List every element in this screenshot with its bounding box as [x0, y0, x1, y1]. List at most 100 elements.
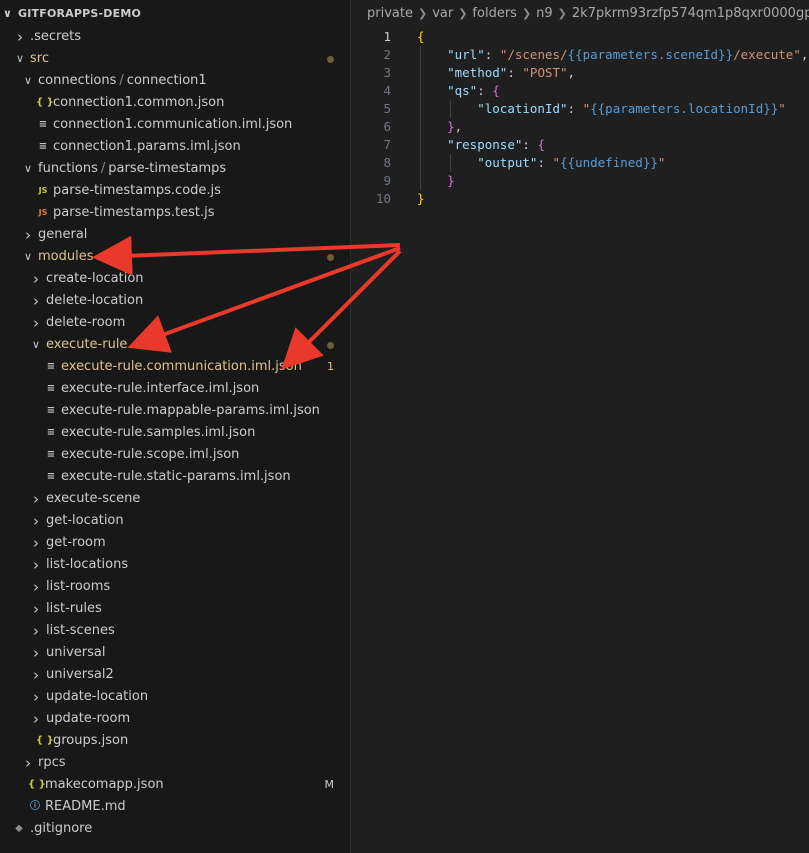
code-line: 4 "qs": { — [351, 82, 809, 100]
tree-folder-update-location[interactable]: › update-location — [0, 686, 350, 708]
code-token: " — [552, 155, 561, 170]
line-number: 4 — [383, 83, 391, 98]
chevron-right-icon: › — [33, 512, 39, 530]
indent-guide — [450, 100, 451, 118]
code-token: " — [582, 101, 591, 116]
javascript-test-file-icon: JS — [38, 208, 48, 217]
tree-file-gitignore[interactable]: ◆ .gitignore — [0, 818, 350, 840]
code-line: 6 }, — [351, 118, 809, 136]
tree-folder-get-location[interactable]: › get-location — [0, 510, 350, 532]
tree-item-label: src — [30, 51, 49, 66]
code-token: } — [447, 119, 455, 134]
problems-count-badge: 1 — [327, 360, 334, 373]
tree-folder-secrets[interactable]: › .secrets — [0, 26, 350, 48]
code-token: : — [567, 101, 583, 116]
chevron-right-icon: › — [25, 754, 31, 772]
tree-file-connection1-common-json[interactable]: { } connection1.common.json — [0, 92, 350, 114]
chevron-right-icon: › — [33, 710, 39, 728]
chevron-right-icon: › — [33, 490, 39, 508]
breadcrumb-item[interactable]: 2k7pkrm93rzfp574qm1p8qxr0000gp — [572, 6, 809, 21]
explorer-header[interactable]: ∨ GITFORAPPS-DEMO — [0, 0, 350, 26]
breadcrumb-item[interactable]: n9 — [536, 6, 553, 21]
code-token: " — [657, 155, 666, 170]
line-number: 7 — [383, 137, 391, 152]
code-token: "POST" — [522, 65, 568, 80]
tree-file-connection1-params-iml-json[interactable]: ≡ connection1.params.iml.json — [0, 136, 350, 158]
code-line: 9 } — [351, 172, 809, 190]
tree-folder-rpcs[interactable]: › rpcs — [0, 752, 350, 774]
code-token: "output" — [477, 155, 538, 170]
tree-file-parse-timestamps-test-js[interactable]: JS parse-timestamps.test.js — [0, 202, 350, 224]
line-number: 10 — [375, 191, 391, 206]
tree-item-label: .secrets — [30, 29, 81, 44]
tree-file-execute-rule-interface-iml-json[interactable]: ≡ execute-rule.interface.iml.json — [0, 378, 350, 400]
tree-folder-list-scenes[interactable]: › list-scenes — [0, 620, 350, 642]
tree-file-execute-rule-samples-iml-json[interactable]: ≡ execute-rule.samples.iml.json — [0, 422, 350, 444]
tree-item-label: update-location — [46, 689, 149, 704]
tree-file-readme-md[interactable]: ⓘ README.md — [0, 796, 350, 818]
chevron-down-icon: ∨ — [23, 250, 33, 263]
tree-file-execute-rule-scope-iml-json[interactable]: ≡ execute-rule.scope.iml.json — [0, 444, 350, 466]
breadcrumb-item[interactable]: var — [432, 6, 453, 21]
tree-file-groups-json[interactable]: { } groups.json — [0, 730, 350, 752]
line-number: 2 — [383, 47, 391, 62]
tree-folder-execute-scene[interactable]: › execute-scene — [0, 488, 350, 510]
line-text: "output": "{{undefined}}" — [417, 154, 665, 172]
tree-file-parse-timestamps-code-js[interactable]: JS parse-timestamps.code.js — [0, 180, 350, 202]
tree-folder-list-rules[interactable]: › list-rules — [0, 598, 350, 620]
chevron-down-icon: ∨ — [31, 338, 41, 351]
tree-item-label: execute-rule.mappable-params.iml.json — [61, 403, 320, 418]
tree-item-label: list-rooms — [46, 579, 111, 594]
tree-file-execute-rule-static-params-iml-json[interactable]: ≡ execute-rule.static-params.iml.json — [0, 466, 350, 488]
tree-file-execute-rule-communication-iml-json[interactable]: ≡ execute-rule.communication.iml.json 1 — [0, 356, 350, 378]
breadcrumb: private ❯ var ❯ folders ❯ n9 ❯ 2k7pkrm93rzfp574q… — [351, 0, 809, 28]
tree-item-label: makecomapp.json — [45, 777, 164, 792]
code-line: 3 "method": "POST", — [351, 64, 809, 82]
line-text: "url": "/scenes/{{parameters.sceneId}}/e… — [417, 46, 808, 64]
tree-folder-update-room[interactable]: › update-room — [0, 708, 350, 730]
tree-folder-general[interactable]: › general — [0, 224, 350, 246]
lines-file-icon: ≡ — [46, 383, 56, 394]
tree-folder-get-room[interactable]: › get-room — [0, 532, 350, 554]
tree-item-label: universal2 — [46, 667, 114, 682]
tree-folder-connections[interactable]: ∨ connections / connection1 — [0, 70, 350, 92]
tree-folder-delete-location[interactable]: › delete-location — [0, 290, 350, 312]
code-token: {{parameters.sceneId}} — [567, 47, 734, 62]
tree-folder-universal[interactable]: › universal — [0, 642, 350, 664]
tree-folder-universal2[interactable]: › universal2 — [0, 664, 350, 686]
chevron-right-icon: › — [33, 556, 39, 574]
code-token: " — [778, 101, 786, 116]
tree-folder-src[interactable]: ∨ src — [0, 48, 350, 70]
tree-folder-list-locations[interactable]: › list-locations — [0, 554, 350, 576]
breadcrumb-item[interactable]: folders — [472, 6, 517, 21]
tree-item-label: connection1.params.iml.json — [53, 139, 241, 154]
breadcrumb-item[interactable]: private — [367, 6, 413, 21]
tree-item-label: functions / parse-timestamps — [38, 158, 226, 180]
tree-file-execute-rule-mappable-params-iml-json[interactable]: ≡ execute-rule.mappable-params.iml.json — [0, 400, 350, 422]
tree-item-label: connection1.communication.iml.json — [53, 117, 293, 132]
tree-folder-modules[interactable]: ∨ modules — [0, 246, 350, 268]
tree-folder-execute-rule[interactable]: ∨ execute-rule — [0, 334, 350, 356]
tree-item-label: delete-room — [46, 315, 126, 330]
tree-item-label: parse-timestamps.code.js — [53, 183, 221, 198]
tree-file-makecomapp-json[interactable]: { } makecomapp.json M — [0, 774, 350, 796]
tree-folder-functions[interactable]: ∨ functions / parse-timestamps — [0, 158, 350, 180]
code-token: , — [800, 47, 809, 62]
code-token: { — [417, 29, 425, 44]
line-number: 1 — [383, 29, 391, 44]
tree-item-label: execute-rule.interface.iml.json — [61, 381, 260, 396]
tree-item-label: get-room — [46, 535, 106, 550]
code-editor[interactable]: 1 {2 "url": "/scenes/{{parameters.sceneId… — [351, 28, 809, 208]
lines-file-icon: ≡ — [38, 141, 48, 152]
chevron-down-icon: ∨ — [15, 52, 25, 65]
chevron-right-icon: ❯ — [417, 7, 428, 20]
tree-item-label: parse-timestamps.test.js — [53, 205, 215, 220]
tree-file-connection1-communication-iml-json[interactable]: ≡ connection1.communication.iml.json — [0, 114, 350, 136]
tree-folder-create-location[interactable]: › create-location — [0, 268, 350, 290]
line-text: "method": "POST", — [417, 64, 575, 82]
tree-folder-delete-room[interactable]: › delete-room — [0, 312, 350, 334]
code-line: 10} — [351, 190, 809, 208]
tree-folder-list-rooms[interactable]: › list-rooms — [0, 576, 350, 598]
